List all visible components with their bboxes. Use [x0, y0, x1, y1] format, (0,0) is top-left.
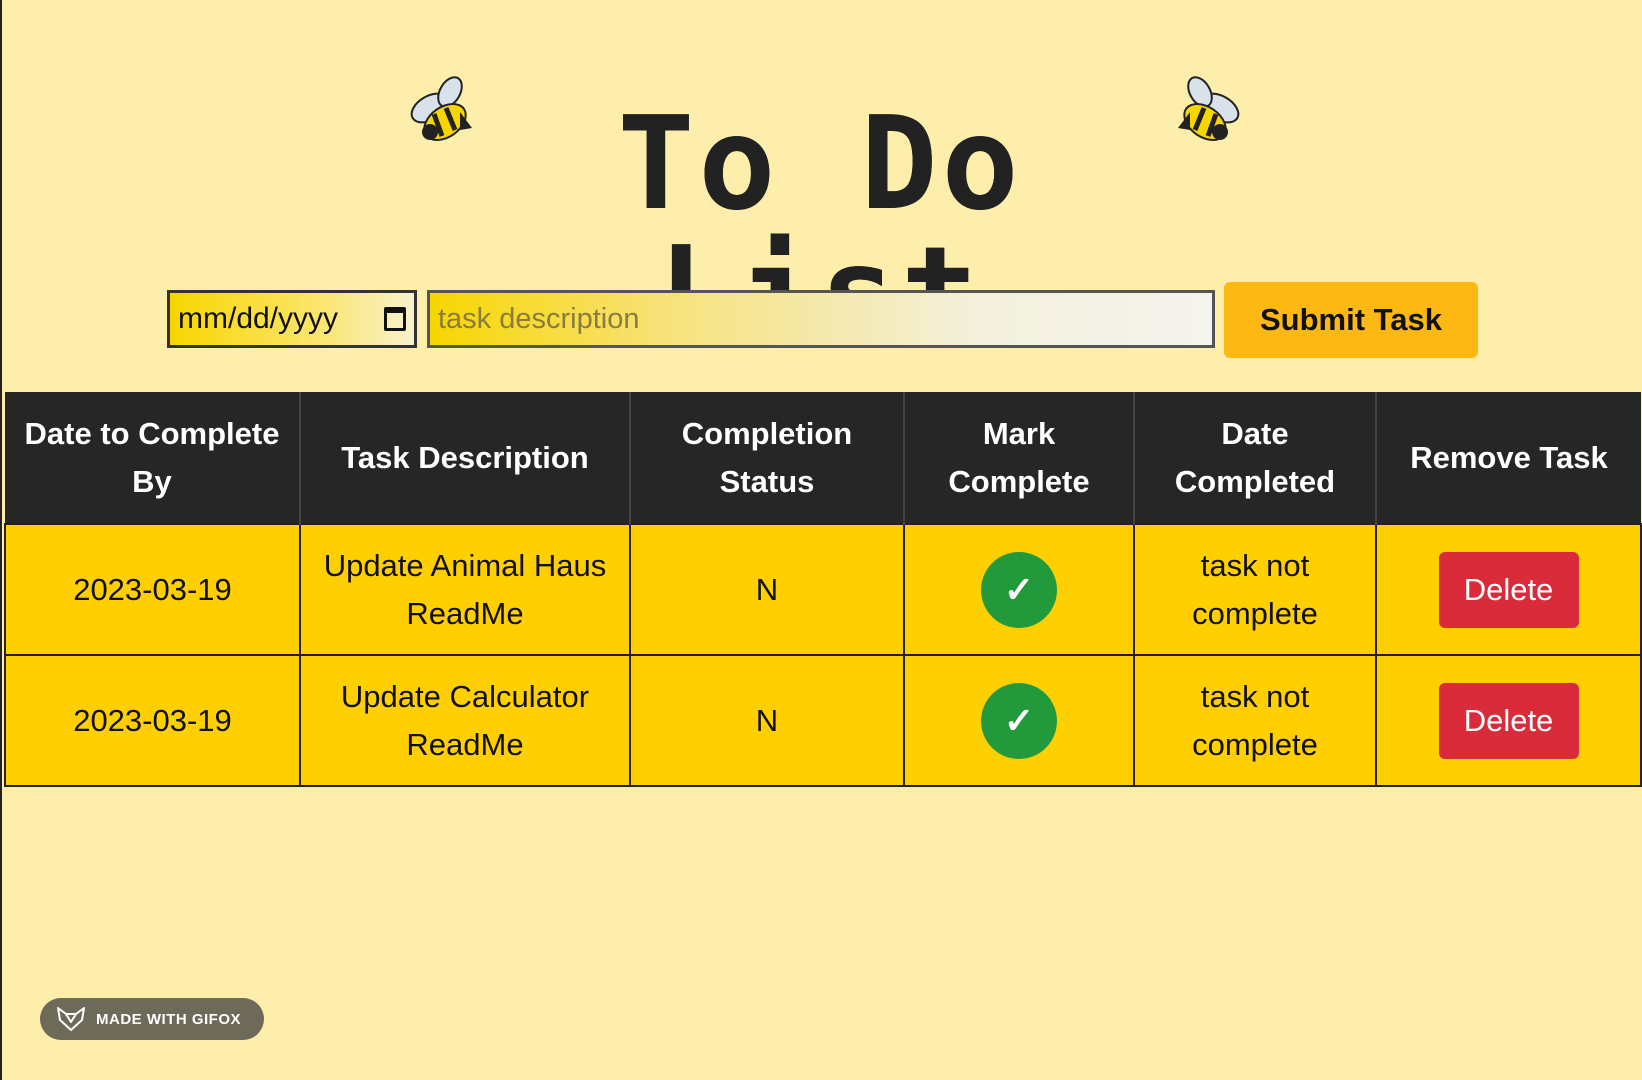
- bee-icon: [1178, 76, 1240, 142]
- table-header-row: Date to Complete By Task Description Com…: [5, 392, 1641, 524]
- column-header-description: Task Description: [300, 392, 631, 524]
- table-row: 2023-03-19 Update Animal Haus ReadMe N ✓…: [4, 523, 1642, 656]
- column-header-mark-complete: Mark Complete: [904, 392, 1135, 524]
- submit-task-button[interactable]: Submit Task: [1224, 282, 1478, 358]
- mark-complete-button[interactable]: ✓: [981, 551, 1057, 628]
- mark-complete-button[interactable]: ✓: [981, 682, 1057, 759]
- date-input[interactable]: mm/dd/yyyy: [167, 290, 417, 348]
- task-input-placeholder: task description: [438, 302, 640, 335]
- page-header: To Do List: [0, 60, 1642, 360]
- fox-icon: [57, 1007, 85, 1031]
- task-description-input[interactable]: task description: [427, 290, 1215, 348]
- gifox-badge-label: MADE WITH GIFOX: [96, 1010, 241, 1028]
- completion-status: N: [629, 523, 905, 656]
- delete-button[interactable]: Delete: [1438, 551, 1579, 628]
- remove-task-cell: Delete: [1375, 654, 1642, 787]
- table-row: 2023-03-19 Update Calculator ReadMe N ✓ …: [4, 654, 1642, 787]
- column-header-date: Date to Complete By: [5, 392, 301, 524]
- task-description: Update Animal Haus ReadMe: [299, 523, 631, 656]
- column-header-remove: Remove Task: [1410, 439, 1608, 475]
- task-table: Date to Complete By Task Description Com…: [4, 392, 1642, 787]
- completion-status: N: [629, 654, 905, 787]
- task-date: 2023-03-19: [4, 654, 301, 787]
- date-input-placeholder: mm/dd/yyyy: [178, 302, 339, 335]
- mark-complete-cell: ✓: [903, 523, 1135, 656]
- calendar-icon[interactable]: [384, 307, 406, 331]
- delete-button[interactable]: Delete: [1438, 682, 1579, 759]
- date-completed: task not complete: [1133, 523, 1377, 656]
- column-header-status: Completion Status: [630, 392, 905, 524]
- column-header-date-completed: Date Completed: [1134, 392, 1377, 524]
- task-date: 2023-03-19: [4, 523, 301, 656]
- gifox-badge[interactable]: MADE WITH GIFOX: [40, 998, 264, 1040]
- remove-task-cell: Delete: [1375, 523, 1642, 656]
- task-description: Update Calculator ReadMe: [299, 654, 631, 787]
- bee-icon: [410, 76, 472, 142]
- mark-complete-cell: ✓: [903, 654, 1135, 787]
- task-form: mm/dd/yyyy task description Submit Task: [0, 282, 1642, 362]
- date-completed: task not complete: [1133, 654, 1377, 787]
